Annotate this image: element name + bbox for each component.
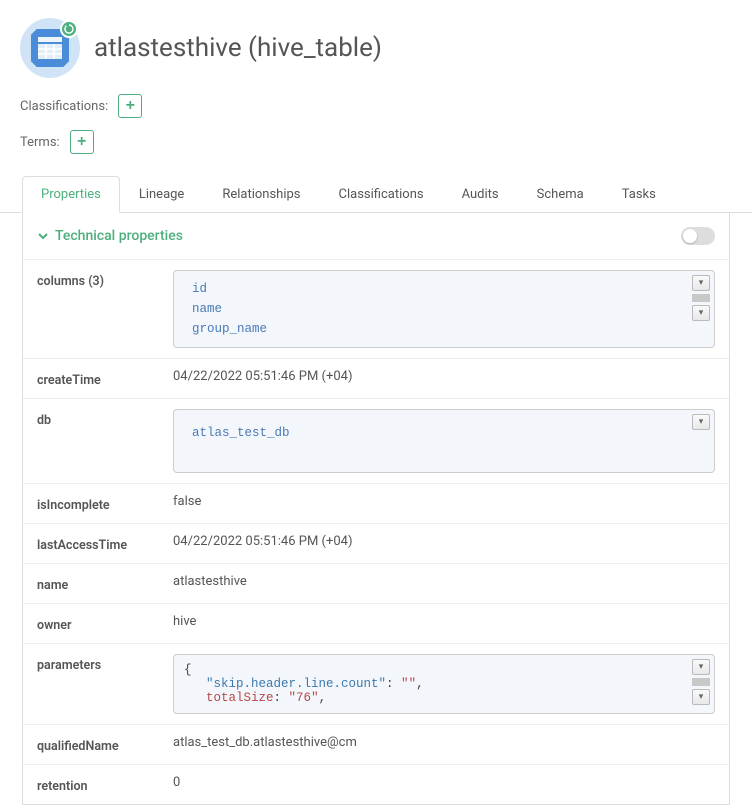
tab-audits[interactable]: Audits <box>443 176 518 213</box>
collapse-button[interactable]: ▾ <box>692 275 710 291</box>
scroll-indicator <box>692 294 710 302</box>
prop-value-lastaccesstime: 04/22/2022 05:51:46 PM (+04) <box>173 534 715 549</box>
db-link[interactable]: atlas_test_db <box>192 426 290 440</box>
section-title: Technical properties <box>55 228 183 244</box>
expand-button[interactable]: ▾ <box>692 689 710 705</box>
page-title: atlastesthive (hive_table) <box>94 33 382 63</box>
prop-label-isincomplete: isIncomplete <box>37 494 173 513</box>
expand-button[interactable]: ▾ <box>692 305 710 321</box>
prop-value-retention: 0 <box>173 775 715 790</box>
collapse-button[interactable]: ▾ <box>692 659 710 675</box>
prop-label-name: name <box>37 574 173 593</box>
tab-properties[interactable]: Properties <box>22 176 120 213</box>
schema-diff-toggle[interactable] <box>681 227 715 245</box>
entity-icon <box>20 18 80 78</box>
tab-tasks[interactable]: Tasks <box>603 176 675 213</box>
column-link[interactable]: group_name <box>184 319 704 339</box>
prop-value-owner: hive <box>173 614 715 629</box>
tab-schema[interactable]: Schema <box>518 176 603 213</box>
prop-value-qualifiedname: atlas_test_db.atlastesthive@cm <box>173 735 715 750</box>
column-link[interactable]: id <box>184 279 704 299</box>
add-term-button[interactable]: + <box>70 130 94 154</box>
prop-label-db: db <box>37 409 173 428</box>
tab-relationships[interactable]: Relationships <box>203 176 319 213</box>
collapse-button[interactable]: ▾ <box>692 414 710 430</box>
columns-box: id name group_name ▾ ▾ <box>173 270 715 348</box>
prop-value-isincomplete: false <box>173 494 715 509</box>
prop-label-createtime: createTime <box>37 369 173 388</box>
prop-label-columns: columns (3) <box>37 270 173 289</box>
param-value: "" <box>401 677 416 691</box>
table-icon <box>38 37 62 59</box>
add-classification-button[interactable]: + <box>118 94 142 118</box>
section-toggle[interactable]: Technical properties <box>37 228 183 244</box>
prop-label-parameters: parameters <box>37 654 173 673</box>
prop-label-qualifiedname: qualifiedName <box>37 735 173 754</box>
parameters-box: { "skip.header.line.count": "", totalSiz… <box>173 654 715 714</box>
scroll-indicator <box>692 678 710 686</box>
prop-value-createtime: 04/22/2022 05:51:46 PM (+04) <box>173 369 715 384</box>
prop-label-retention: retention <box>37 775 173 794</box>
prop-value-name: atlastesthive <box>173 574 715 589</box>
column-link[interactable]: name <box>184 299 704 319</box>
prop-label-lastaccesstime: lastAccessTime <box>37 534 173 553</box>
tab-bar: Properties Lineage Relationships Classif… <box>0 176 752 213</box>
tab-lineage[interactable]: Lineage <box>120 176 204 213</box>
classifications-label: Classifications: <box>20 99 108 114</box>
tab-classifications[interactable]: Classifications <box>320 176 443 213</box>
chevron-down-icon <box>37 230 49 242</box>
sync-badge-icon <box>60 20 78 38</box>
prop-label-owner: owner <box>37 614 173 633</box>
param-value: "76" <box>289 691 319 705</box>
terms-label: Terms: <box>20 135 60 150</box>
db-box: atlas_test_db ▾ <box>173 409 715 473</box>
